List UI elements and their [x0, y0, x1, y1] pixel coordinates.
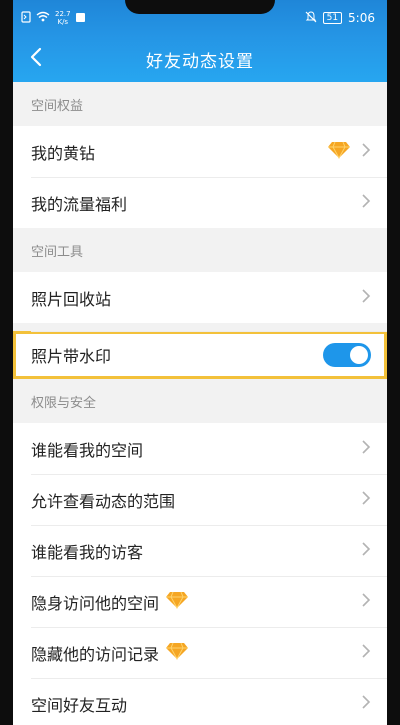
- list-item-invisible-visit[interactable]: 隐身访问他的空间: [13, 576, 387, 627]
- chevron-right-icon: [361, 490, 371, 509]
- section-header-privacy: 权限与安全: [13, 379, 387, 423]
- chevron-right-icon: [361, 541, 371, 560]
- chevron-right-icon: [361, 288, 371, 307]
- wifi-icon: [36, 11, 50, 25]
- title-bar: 好友动态设置: [13, 36, 387, 82]
- device-bezel-left: [0, 0, 13, 725]
- list-item-label: 允许查看动态的范围: [31, 491, 176, 511]
- page-title: 好友动态设置: [146, 51, 254, 72]
- chevron-right-icon: [361, 193, 371, 212]
- mute-icon: [305, 10, 317, 26]
- nfc-icon: [21, 10, 31, 26]
- phone-screen: 22.7 K/s 51 5:06 好友动态设置 空间权益 我的黄钻 我的流量福利…: [13, 0, 387, 725]
- chevron-right-icon: [361, 592, 371, 611]
- section-header-tools: 空间工具: [13, 228, 387, 272]
- list-item-label: 我的流量福利: [31, 194, 128, 214]
- status-bar: 22.7 K/s 51 5:06: [13, 0, 387, 36]
- list-item-photo-watermark: 照片带水印: [13, 331, 387, 379]
- list-item-label: 空间好友互动: [31, 695, 128, 715]
- chevron-right-icon: [361, 694, 371, 713]
- list-item-data-benefits[interactable]: 我的流量福利: [13, 177, 387, 228]
- diamond-icon: [165, 642, 189, 664]
- diamond-icon: [327, 141, 351, 163]
- list-item-friend-interaction[interactable]: 空间好友互动: [13, 678, 387, 725]
- notification-icon: [75, 12, 85, 25]
- list-item-label: 隐身访问他的空间: [31, 593, 160, 613]
- status-time: 5:06: [348, 11, 375, 25]
- chevron-right-icon: [361, 439, 371, 458]
- list-item-label: 我的黄钻: [31, 143, 96, 163]
- chevron-right-icon: [361, 643, 371, 662]
- list-item-label: 谁能看我的访客: [31, 542, 144, 562]
- list-item-who-can-view-visitors[interactable]: 谁能看我的访客: [13, 525, 387, 576]
- network-speed-unit: K/s: [57, 18, 69, 26]
- toggle-knob: [350, 346, 368, 364]
- back-arrow-icon: [30, 47, 42, 71]
- network-speed: 22.7 K/s: [55, 10, 71, 26]
- list-item-label: 照片回收站: [31, 289, 112, 309]
- list-item-hide-visit-record[interactable]: 隐藏他的访问记录: [13, 627, 387, 678]
- list-item-label: 谁能看我的空间: [31, 440, 144, 460]
- camera-notch: [125, 0, 275, 14]
- list-item-label: 隐藏他的访问记录: [31, 644, 160, 664]
- watermark-toggle[interactable]: [323, 343, 371, 367]
- battery-indicator: 51: [322, 12, 343, 24]
- list-item-who-can-view-space[interactable]: 谁能看我的空间: [13, 423, 387, 474]
- list-item-label: 照片带水印: [31, 347, 112, 366]
- back-button[interactable]: [19, 42, 53, 76]
- list-item-feed-visibility-range[interactable]: 允许查看动态的范围: [13, 474, 387, 525]
- diamond-icon: [165, 591, 189, 613]
- list-item-yellow-diamond[interactable]: 我的黄钻: [13, 126, 387, 177]
- section-header-rights: 空间权益: [13, 82, 387, 126]
- list-item-photo-recycle-bin[interactable]: 照片回收站: [13, 272, 387, 323]
- device-bezel-right: [387, 0, 400, 725]
- network-speed-value: 22.7: [55, 10, 71, 18]
- chevron-right-icon: [361, 142, 371, 161]
